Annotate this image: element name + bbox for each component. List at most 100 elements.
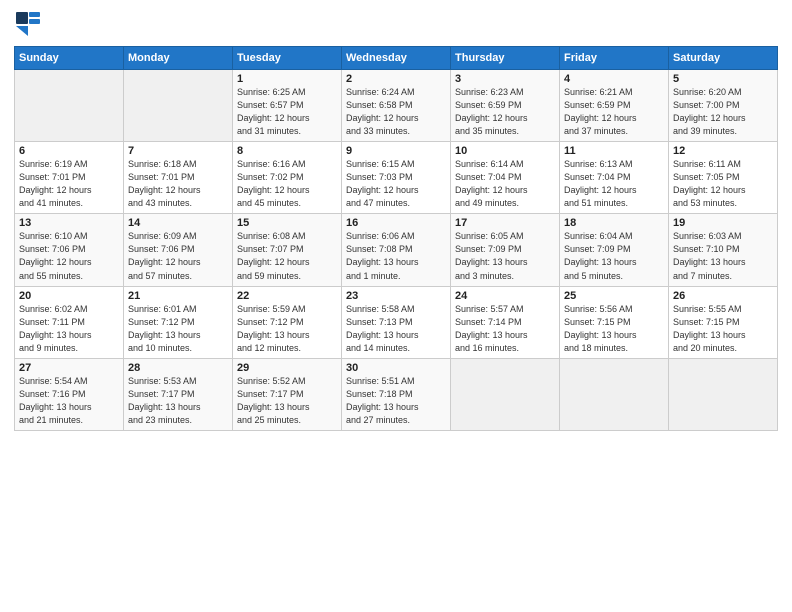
day-info: Sunrise: 6:05 AM Sunset: 7:09 PM Dayligh… (455, 230, 555, 282)
logo (14, 10, 44, 38)
week-row-4: 20Sunrise: 6:02 AM Sunset: 7:11 PM Dayli… (15, 286, 778, 358)
week-row-2: 6Sunrise: 6:19 AM Sunset: 7:01 PM Daylig… (15, 142, 778, 214)
day-number: 12 (673, 145, 773, 157)
day-number: 3 (455, 73, 555, 85)
calendar-cell: 15Sunrise: 6:08 AM Sunset: 7:07 PM Dayli… (233, 214, 342, 286)
day-number: 24 (455, 290, 555, 302)
day-number: 26 (673, 290, 773, 302)
calendar-cell: 20Sunrise: 6:02 AM Sunset: 7:11 PM Dayli… (15, 286, 124, 358)
day-info: Sunrise: 6:21 AM Sunset: 6:59 PM Dayligh… (564, 86, 664, 138)
day-info: Sunrise: 6:02 AM Sunset: 7:11 PM Dayligh… (19, 303, 119, 355)
calendar-cell: 29Sunrise: 5:52 AM Sunset: 7:17 PM Dayli… (233, 358, 342, 430)
weekday-header-saturday: Saturday (669, 47, 778, 70)
day-info: Sunrise: 5:52 AM Sunset: 7:17 PM Dayligh… (237, 375, 337, 427)
day-info: Sunrise: 6:15 AM Sunset: 7:03 PM Dayligh… (346, 158, 446, 210)
day-number: 11 (564, 145, 664, 157)
calendar-cell: 22Sunrise: 5:59 AM Sunset: 7:12 PM Dayli… (233, 286, 342, 358)
calendar-cell: 17Sunrise: 6:05 AM Sunset: 7:09 PM Dayli… (451, 214, 560, 286)
calendar-table: SundayMondayTuesdayWednesdayThursdayFrid… (14, 46, 778, 431)
calendar-cell: 16Sunrise: 6:06 AM Sunset: 7:08 PM Dayli… (342, 214, 451, 286)
day-number: 10 (455, 145, 555, 157)
calendar-cell: 8Sunrise: 6:16 AM Sunset: 7:02 PM Daylig… (233, 142, 342, 214)
day-number: 4 (564, 73, 664, 85)
weekday-header-wednesday: Wednesday (342, 47, 451, 70)
calendar-cell (669, 358, 778, 430)
day-number: 9 (346, 145, 446, 157)
calendar-cell: 12Sunrise: 6:11 AM Sunset: 7:05 PM Dayli… (669, 142, 778, 214)
week-row-1: 1Sunrise: 6:25 AM Sunset: 6:57 PM Daylig… (15, 70, 778, 142)
calendar-cell: 30Sunrise: 5:51 AM Sunset: 7:18 PM Dayli… (342, 358, 451, 430)
weekday-header-friday: Friday (560, 47, 669, 70)
day-info: Sunrise: 6:20 AM Sunset: 7:00 PM Dayligh… (673, 86, 773, 138)
day-info: Sunrise: 6:09 AM Sunset: 7:06 PM Dayligh… (128, 230, 228, 282)
day-number: 6 (19, 145, 119, 157)
weekday-header-thursday: Thursday (451, 47, 560, 70)
calendar-cell (451, 358, 560, 430)
day-info: Sunrise: 6:18 AM Sunset: 7:01 PM Dayligh… (128, 158, 228, 210)
day-number: 29 (237, 362, 337, 374)
calendar-cell (124, 70, 233, 142)
calendar-cell: 11Sunrise: 6:13 AM Sunset: 7:04 PM Dayli… (560, 142, 669, 214)
calendar-cell: 4Sunrise: 6:21 AM Sunset: 6:59 PM Daylig… (560, 70, 669, 142)
day-number: 2 (346, 73, 446, 85)
calendar-cell: 7Sunrise: 6:18 AM Sunset: 7:01 PM Daylig… (124, 142, 233, 214)
day-number: 7 (128, 145, 228, 157)
day-info: Sunrise: 5:55 AM Sunset: 7:15 PM Dayligh… (673, 303, 773, 355)
calendar-cell: 13Sunrise: 6:10 AM Sunset: 7:06 PM Dayli… (15, 214, 124, 286)
day-info: Sunrise: 5:53 AM Sunset: 7:17 PM Dayligh… (128, 375, 228, 427)
calendar-cell: 6Sunrise: 6:19 AM Sunset: 7:01 PM Daylig… (15, 142, 124, 214)
calendar-cell: 5Sunrise: 6:20 AM Sunset: 7:00 PM Daylig… (669, 70, 778, 142)
day-info: Sunrise: 5:58 AM Sunset: 7:13 PM Dayligh… (346, 303, 446, 355)
day-number: 22 (237, 290, 337, 302)
day-number: 18 (564, 217, 664, 229)
day-info: Sunrise: 6:01 AM Sunset: 7:12 PM Dayligh… (128, 303, 228, 355)
calendar-cell: 2Sunrise: 6:24 AM Sunset: 6:58 PM Daylig… (342, 70, 451, 142)
page: SundayMondayTuesdayWednesdayThursdayFrid… (0, 0, 792, 612)
calendar-cell: 25Sunrise: 5:56 AM Sunset: 7:15 PM Dayli… (560, 286, 669, 358)
day-number: 8 (237, 145, 337, 157)
calendar-cell: 24Sunrise: 5:57 AM Sunset: 7:14 PM Dayli… (451, 286, 560, 358)
day-info: Sunrise: 6:24 AM Sunset: 6:58 PM Dayligh… (346, 86, 446, 138)
weekday-header-sunday: Sunday (15, 47, 124, 70)
calendar-cell: 1Sunrise: 6:25 AM Sunset: 6:57 PM Daylig… (233, 70, 342, 142)
day-number: 1 (237, 73, 337, 85)
week-row-5: 27Sunrise: 5:54 AM Sunset: 7:16 PM Dayli… (15, 358, 778, 430)
calendar-cell: 26Sunrise: 5:55 AM Sunset: 7:15 PM Dayli… (669, 286, 778, 358)
day-info: Sunrise: 5:57 AM Sunset: 7:14 PM Dayligh… (455, 303, 555, 355)
day-info: Sunrise: 5:54 AM Sunset: 7:16 PM Dayligh… (19, 375, 119, 427)
day-info: Sunrise: 6:06 AM Sunset: 7:08 PM Dayligh… (346, 230, 446, 282)
day-number: 23 (346, 290, 446, 302)
calendar-cell: 10Sunrise: 6:14 AM Sunset: 7:04 PM Dayli… (451, 142, 560, 214)
day-info: Sunrise: 6:16 AM Sunset: 7:02 PM Dayligh… (237, 158, 337, 210)
calendar-cell: 14Sunrise: 6:09 AM Sunset: 7:06 PM Dayli… (124, 214, 233, 286)
calendar-cell: 19Sunrise: 6:03 AM Sunset: 7:10 PM Dayli… (669, 214, 778, 286)
day-info: Sunrise: 6:13 AM Sunset: 7:04 PM Dayligh… (564, 158, 664, 210)
calendar-cell: 9Sunrise: 6:15 AM Sunset: 7:03 PM Daylig… (342, 142, 451, 214)
day-info: Sunrise: 5:59 AM Sunset: 7:12 PM Dayligh… (237, 303, 337, 355)
calendar-cell: 3Sunrise: 6:23 AM Sunset: 6:59 PM Daylig… (451, 70, 560, 142)
day-info: Sunrise: 6:04 AM Sunset: 7:09 PM Dayligh… (564, 230, 664, 282)
calendar-cell: 21Sunrise: 6:01 AM Sunset: 7:12 PM Dayli… (124, 286, 233, 358)
day-info: Sunrise: 6:03 AM Sunset: 7:10 PM Dayligh… (673, 230, 773, 282)
day-info: Sunrise: 6:14 AM Sunset: 7:04 PM Dayligh… (455, 158, 555, 210)
day-info: Sunrise: 6:25 AM Sunset: 6:57 PM Dayligh… (237, 86, 337, 138)
calendar-cell: 28Sunrise: 5:53 AM Sunset: 7:17 PM Dayli… (124, 358, 233, 430)
day-number: 17 (455, 217, 555, 229)
day-number: 13 (19, 217, 119, 229)
calendar-cell: 18Sunrise: 6:04 AM Sunset: 7:09 PM Dayli… (560, 214, 669, 286)
weekday-header-monday: Monday (124, 47, 233, 70)
day-number: 14 (128, 217, 228, 229)
day-number: 27 (19, 362, 119, 374)
day-number: 19 (673, 217, 773, 229)
day-info: Sunrise: 6:10 AM Sunset: 7:06 PM Dayligh… (19, 230, 119, 282)
header (14, 10, 778, 38)
calendar-cell (560, 358, 669, 430)
day-number: 30 (346, 362, 446, 374)
calendar-cell (15, 70, 124, 142)
day-number: 28 (128, 362, 228, 374)
calendar-cell: 27Sunrise: 5:54 AM Sunset: 7:16 PM Dayli… (15, 358, 124, 430)
day-info: Sunrise: 6:08 AM Sunset: 7:07 PM Dayligh… (237, 230, 337, 282)
weekday-header-tuesday: Tuesday (233, 47, 342, 70)
day-number: 25 (564, 290, 664, 302)
calendar-cell: 23Sunrise: 5:58 AM Sunset: 7:13 PM Dayli… (342, 286, 451, 358)
